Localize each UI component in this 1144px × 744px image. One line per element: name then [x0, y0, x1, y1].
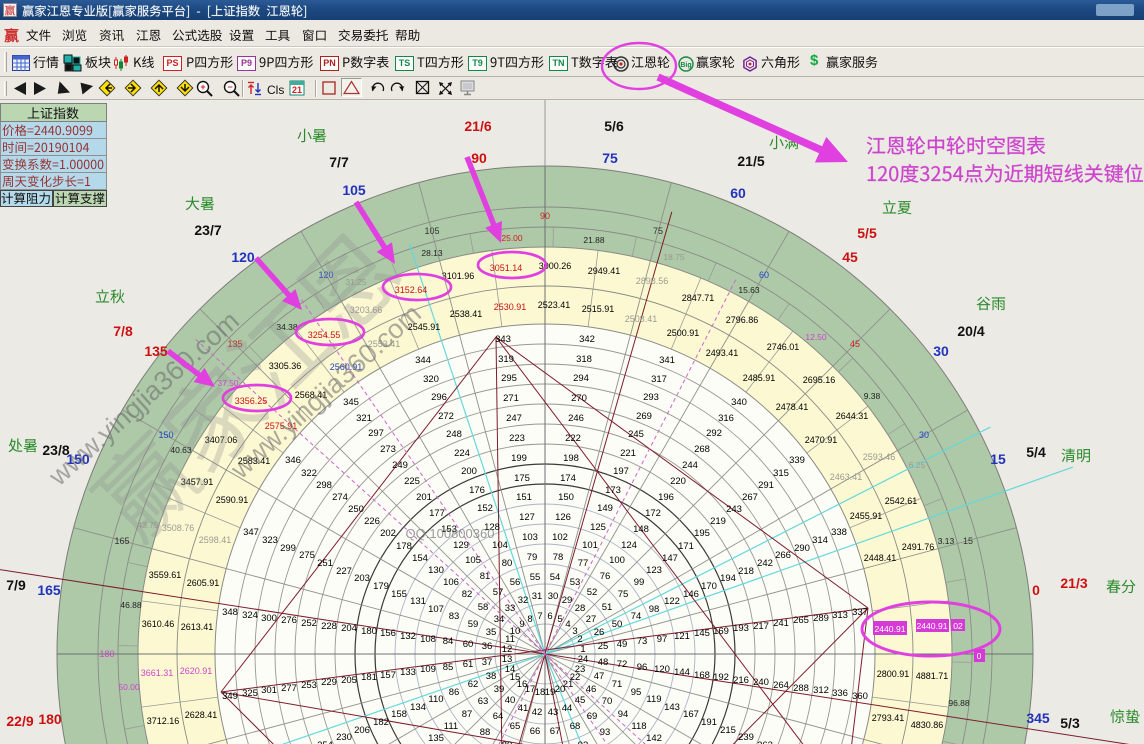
svg-text:0: 0: [977, 651, 982, 661]
svg-text:2440.91: 2440.91: [874, 624, 905, 634]
svg-text:2440.91: 2440.91: [916, 621, 947, 631]
svg-text:02: 02: [953, 621, 963, 631]
